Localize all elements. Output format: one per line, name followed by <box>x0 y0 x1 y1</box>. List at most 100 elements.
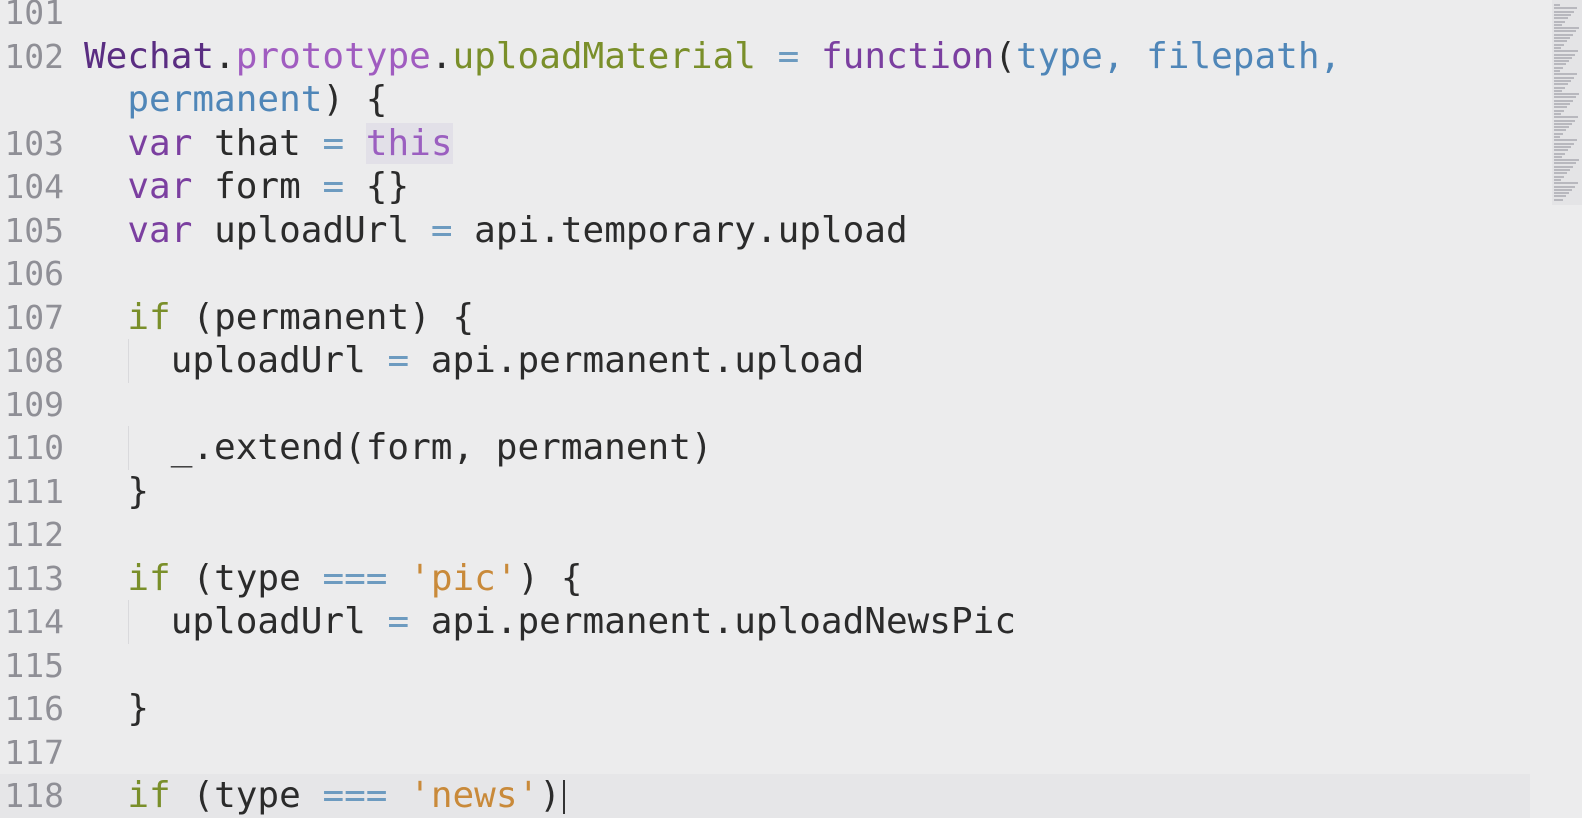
code-token: (type <box>170 557 323 599</box>
line-content: permanent) { <box>84 78 387 122</box>
line-number: 113 <box>4 558 64 598</box>
line-content: } <box>84 470 149 514</box>
code-token: (permanent) { <box>170 296 475 338</box>
code-line[interactable]: 105 var uploadUrl = api.temporary.upload <box>0 209 1530 253</box>
code-line[interactable]: 113 if (type === 'pic') { <box>0 557 1530 601</box>
code-line[interactable]: 104 var form = {} <box>0 165 1530 209</box>
code-line[interactable]: 108 uploadUrl = api.permanent.upload <box>0 339 1530 383</box>
minimap-line <box>1554 56 1572 59</box>
code-line[interactable]: 101 <box>0 0 1530 35</box>
minimap-line <box>1554 152 1565 155</box>
code-line[interactable]: 103 var that = this <box>0 122 1530 166</box>
minimap-line <box>1554 43 1564 46</box>
minimap-line <box>1554 122 1572 125</box>
minimap-line <box>1554 149 1568 152</box>
line-content: var that = this <box>84 122 453 166</box>
code-token: var <box>127 166 193 207</box>
code-line[interactable]: 118 if (type === 'news') <box>0 774 1530 818</box>
minimap-line <box>1554 185 1575 188</box>
minimap-line <box>1554 112 1561 115</box>
minimap-line <box>1554 7 1577 10</box>
line-content: uploadUrl = api.permanent.uploadNewsPic <box>84 600 1016 644</box>
line-content: var form = {} <box>84 165 409 209</box>
minimap-line <box>1554 76 1574 79</box>
line-content: Wechat.prototype.uploadMaterial = functi… <box>84 35 1341 79</box>
line-content: if (type === 'news') <box>84 774 565 818</box>
minimap-line <box>1554 89 1562 92</box>
minimap-line <box>1554 86 1565 89</box>
code-line[interactable]: 116 } <box>0 687 1530 731</box>
minimap-line <box>1554 30 1576 33</box>
code-line[interactable]: 112 <box>0 513 1530 557</box>
minimap-line <box>1554 129 1566 132</box>
code-token: . <box>430 35 453 77</box>
line-number: 104 <box>4 167 64 206</box>
minimap[interactable] <box>1552 0 1582 205</box>
minimap-line <box>1554 172 1567 175</box>
minimap-line <box>1554 119 1575 122</box>
minimap-line <box>1554 136 1560 138</box>
code-token: uploadUrl <box>84 601 388 642</box>
minimap-line <box>1554 178 1561 181</box>
line-number: 102 <box>4 36 64 76</box>
line-number: 105 <box>4 210 64 250</box>
code-line[interactable]: permanent) { <box>0 78 1530 122</box>
minimap-line <box>1554 96 1576 99</box>
minimap-line <box>1554 116 1578 119</box>
line-content: uploadUrl = api.permanent.upload <box>84 339 864 383</box>
code-token: = <box>387 601 410 642</box>
minimap-line <box>1554 99 1573 102</box>
code-line[interactable]: 114 uploadUrl = api.permanent.uploadNews… <box>0 600 1530 644</box>
minimap-line <box>1554 37 1570 39</box>
code-token: api.permanent.upload <box>409 340 865 381</box>
code-line[interactable]: 115 <box>0 644 1530 688</box>
code-token: Wechat <box>84 35 215 77</box>
minimap-line <box>1554 165 1573 168</box>
minimap-line <box>1554 13 1571 16</box>
minimap-line <box>1554 126 1569 129</box>
code-token: = <box>430 209 453 251</box>
code-token: 'news' <box>409 775 540 816</box>
line-number: 103 <box>4 123 64 163</box>
indent-guide <box>128 426 129 470</box>
minimap-line <box>1554 83 1568 86</box>
minimap-line <box>1554 169 1570 171</box>
code-token: api.permanent.uploadNewsPic <box>409 601 1016 642</box>
code-area[interactable]: 101 102 Wechat.prototype.uploadMaterial = … <box>0 0 1530 818</box>
code-token: = <box>322 122 345 164</box>
minimap-line <box>1554 188 1572 191</box>
minimap-line <box>1554 20 1565 23</box>
minimap-line <box>1554 53 1575 56</box>
minimap-line <box>1554 192 1569 195</box>
minimap-line <box>1554 23 1562 26</box>
code-line[interactable]: 110 _.extend(form, permanent) <box>0 426 1530 470</box>
code-editor[interactable]: 101 102 Wechat.prototype.uploadMaterial = … <box>0 0 1582 818</box>
code-line[interactable]: 117 <box>0 731 1530 775</box>
line-number: 118 <box>4 776 64 815</box>
code-line[interactable]: 107 if (permanent) { <box>0 296 1530 340</box>
line-content: } <box>84 687 149 731</box>
code-token: , <box>1102 35 1147 77</box>
minimap-line <box>1554 50 1578 53</box>
minimap-line <box>1554 106 1567 109</box>
code-line[interactable]: 106 <box>0 252 1530 296</box>
code-token: uploadUrl <box>192 209 431 251</box>
code-token: ) <box>539 775 561 816</box>
code-line[interactable]: 109 <box>0 383 1530 427</box>
code-token: ) { <box>322 79 388 120</box>
minimap-line <box>1554 17 1568 20</box>
code-line[interactable]: 102 Wechat.prototype.uploadMaterial = fun… <box>0 35 1530 79</box>
line-number: 116 <box>4 689 64 728</box>
code-token: ( <box>994 35 1017 77</box>
code-line[interactable]: 111 } <box>0 470 1530 514</box>
minimap-line <box>1554 132 1563 135</box>
minimap-line <box>1554 155 1562 158</box>
code-token: that <box>192 122 323 164</box>
minimap-line <box>1554 60 1569 63</box>
minimap-line <box>1554 139 1577 142</box>
minimap-line <box>1554 198 1563 201</box>
